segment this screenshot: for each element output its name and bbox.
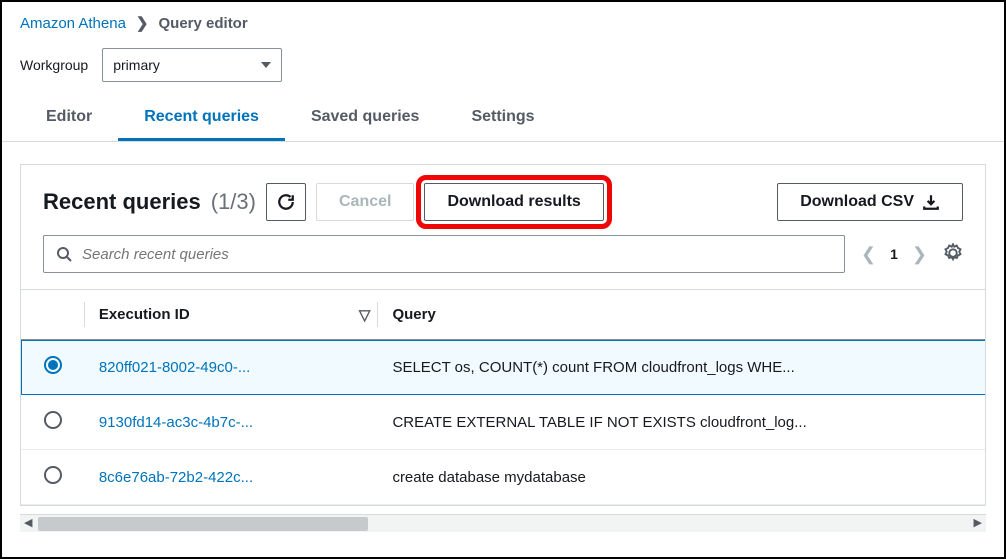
search-icon [56, 246, 72, 262]
panel-count: (1/3) [211, 189, 256, 215]
breadcrumb: Amazon Athena ❯ Query editor [2, 2, 1004, 40]
recent-queries-panel: Recent queries (1/3) Cancel Download res… [20, 164, 986, 506]
tab-settings[interactable]: Settings [445, 96, 560, 141]
workgroup-select[interactable]: primary [102, 48, 282, 82]
row-radio[interactable] [44, 411, 62, 429]
search-input-wrapper[interactable] [43, 235, 845, 273]
table-row[interactable]: 9130fd14-ac3c-4b7c-... CREATE EXTERNAL TA… [21, 395, 985, 450]
settings-gear-button[interactable] [943, 243, 963, 266]
table-row[interactable]: 820ff021-8002-49c0-... SELECT os, COUNT(*… [21, 340, 985, 395]
column-query[interactable]: Query ▽ [378, 290, 985, 340]
execution-id-link[interactable]: 9130fd14-ac3c-4b7c-... [99, 414, 253, 431]
refresh-button[interactable] [266, 183, 306, 221]
gear-icon [943, 243, 963, 263]
caret-down-icon [261, 62, 271, 68]
download-results-button[interactable]: Download results [424, 183, 603, 221]
search-row: ❮ 1 ❯ [21, 235, 985, 289]
pager-page: 1 [890, 246, 898, 262]
workgroup-value: primary [113, 57, 160, 73]
tab-editor[interactable]: Editor [20, 96, 118, 141]
recent-queries-table: Execution ID ▽ Query ▽ Start tim 820ff02… [21, 290, 985, 505]
breadcrumb-current: Query editor [159, 15, 248, 32]
scrollbar-thumb[interactable] [38, 517, 368, 531]
row-radio[interactable] [44, 466, 62, 484]
column-execution-id[interactable]: Execution ID ▽ [85, 290, 379, 340]
pager: ❮ 1 ❯ [861, 244, 927, 265]
chevron-right-icon: ❯ [136, 14, 149, 32]
download-csv-button[interactable]: Download CSV [777, 183, 963, 221]
breadcrumb-root[interactable]: Amazon Athena [20, 15, 126, 32]
tab-recent-queries[interactable]: Recent queries [118, 96, 285, 141]
horizontal-scrollbar[interactable] [20, 514, 986, 532]
table-wrap: Execution ID ▽ Query ▽ Start tim 820ff02… [21, 289, 985, 505]
query-cell: CREATE EXTERNAL TABLE IF NOT EXISTS clou… [378, 395, 985, 450]
workgroup-label: Workgroup [20, 57, 88, 73]
refresh-icon [277, 193, 295, 211]
pager-next[interactable]: ❯ [912, 244, 927, 265]
execution-id-link[interactable]: 820ff021-8002-49c0-... [99, 359, 251, 376]
pager-prev[interactable]: ❮ [861, 244, 876, 265]
panel-title: Recent queries [43, 189, 201, 215]
download-csv-label: Download CSV [800, 193, 914, 211]
row-radio[interactable] [44, 356, 62, 374]
search-input[interactable] [82, 246, 832, 263]
tab-saved-queries[interactable]: Saved queries [285, 96, 446, 141]
column-select [21, 290, 85, 340]
tabs: Editor Recent queries Saved queries Sett… [2, 96, 1004, 142]
query-cell: SELECT os, COUNT(*) count FROM cloudfron… [378, 340, 985, 395]
filter-icon[interactable]: ▽ [359, 306, 371, 324]
cancel-button[interactable]: Cancel [316, 183, 414, 221]
panel-header: Recent queries (1/3) Cancel Download res… [21, 165, 985, 235]
workgroup-row: Workgroup primary [2, 40, 1004, 96]
execution-id-link[interactable]: 8c6e76ab-72b2-422c... [99, 469, 253, 486]
table-row[interactable]: 8c6e76ab-72b2-422c... create database myd… [21, 450, 985, 505]
download-icon [922, 193, 940, 211]
query-cell: create database mydatabase [378, 450, 985, 505]
